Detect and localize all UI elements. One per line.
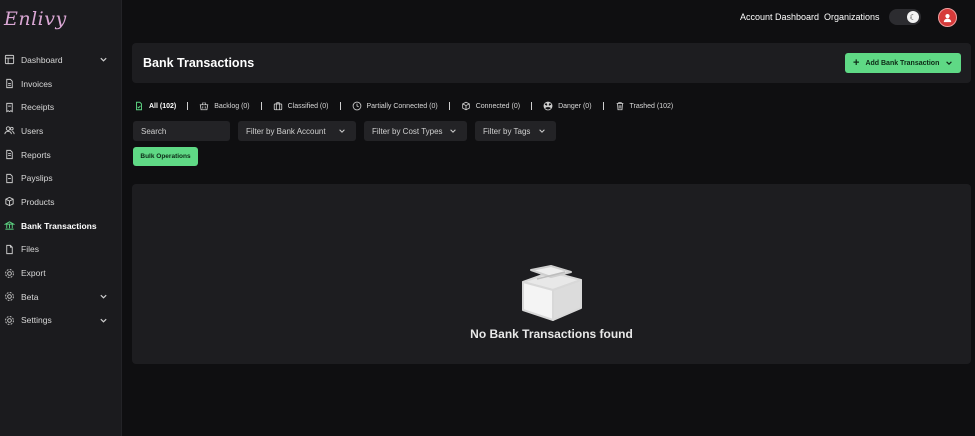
- gear-icon: [4, 315, 15, 326]
- sidebar-item-receipts[interactable]: Receipts: [0, 95, 122, 119]
- sidebar-item-label: Reports: [21, 149, 51, 160]
- tab-label: Partially Connected (0): [366, 102, 438, 110]
- sidebar-item-label: Bank Transactions: [21, 220, 97, 231]
- filter-bank-account[interactable]: Filter by Bank Account: [238, 121, 356, 141]
- sidebar-item-files[interactable]: Files: [0, 238, 122, 262]
- sidebar-item-invoices[interactable]: Invoices: [0, 72, 122, 96]
- report-icon: [4, 149, 15, 160]
- sidebar-item-label: Users: [21, 125, 44, 136]
- filter-label: Filter by Tags: [483, 126, 531, 136]
- sidebar-item-payslips[interactable]: Payslips: [0, 166, 122, 190]
- chevron-down-icon[interactable]: [99, 292, 108, 301]
- empty-box-icon: [522, 265, 582, 321]
- chevron-down-icon[interactable]: [99, 55, 108, 64]
- organizations-link[interactable]: Organizations: [824, 12, 880, 22]
- tab-separator: [448, 102, 450, 110]
- user-avatar-icon: [943, 14, 952, 23]
- search-field[interactable]: [133, 121, 230, 141]
- tab-separator: [187, 102, 189, 110]
- tab-classified[interactable]: Classified (0): [273, 101, 329, 111]
- gear-icon: [4, 291, 15, 302]
- account-dashboard-link[interactable]: Account Dashboard: [740, 12, 819, 22]
- tab-separator: [339, 102, 341, 110]
- status-tabs: All (102) Backlog (0) Classified (0) Par…: [134, 100, 673, 112]
- sidebar-item-dashboard[interactable]: Dashboard: [0, 48, 122, 72]
- hazard-icon: [543, 101, 553, 111]
- tab-separator: [260, 102, 262, 110]
- box-icon: [4, 196, 15, 207]
- sidebar-item-label: Settings: [21, 315, 52, 326]
- sidebar-item-label: Payslips: [21, 173, 53, 184]
- sidebar-item-bank-transactions[interactable]: Bank Transactions: [0, 214, 122, 238]
- sidebar-item-label: Dashboard: [21, 54, 63, 65]
- moon-icon: ☾: [907, 11, 919, 23]
- sidebar-item-label: Export: [21, 268, 46, 279]
- transactions-list: No Bank Transactions found: [132, 184, 971, 364]
- file-icon: [4, 244, 15, 255]
- briefcase-icon: [273, 101, 283, 111]
- plus-icon: +: [853, 57, 860, 69]
- filter-label: Filter by Cost Types: [372, 126, 443, 136]
- sidebar-item-label: Files: [21, 244, 39, 255]
- bulk-operations-button[interactable]: Bulk Operations: [133, 147, 198, 166]
- sidebar-item-label: Invoices: [21, 78, 53, 89]
- chevron-down-icon[interactable]: [99, 316, 108, 325]
- tab-separator: [531, 102, 533, 110]
- sidebar-nav: Dashboard Invoices Receipts Users Report…: [0, 48, 122, 332]
- chevron-down-icon: [339, 129, 345, 133]
- add-button-label: Add Bank Transaction: [865, 59, 940, 67]
- sidebar-item-label: Receipts: [21, 102, 55, 113]
- sidebar-item-label: Products: [21, 196, 55, 207]
- sidebar-item-label: Beta: [21, 291, 39, 302]
- sidebar-item-reports[interactable]: Reports: [0, 143, 122, 167]
- receipt-icon: [4, 102, 15, 113]
- filter-tags[interactable]: Filter by Tags: [475, 121, 556, 141]
- gear-icon: [4, 268, 15, 279]
- file-check-icon: [134, 101, 144, 111]
- tab-trashed[interactable]: Trashed (102): [615, 101, 674, 111]
- payslip-icon: [4, 173, 15, 184]
- basket-icon: [199, 101, 209, 111]
- page-title: Bank Transactions: [143, 56, 255, 70]
- tab-label: Connected (0): [475, 102, 521, 110]
- theme-toggle[interactable]: ☾: [889, 9, 921, 25]
- cube-icon: [461, 101, 471, 111]
- sidebar-item-users[interactable]: Users: [0, 119, 122, 143]
- tab-connected[interactable]: Connected (0): [461, 101, 520, 111]
- sidebar-item-products[interactable]: Products: [0, 190, 122, 214]
- tab-label: All (102): [149, 102, 177, 110]
- brand-logo[interactable]: Enlivy: [4, 8, 67, 30]
- add-bank-transaction-button[interactable]: + Add Bank Transaction: [845, 53, 961, 73]
- tab-all[interactable]: All (102): [134, 101, 176, 111]
- tab-danger[interactable]: Danger (0): [543, 101, 592, 111]
- clock-icon: [352, 101, 362, 111]
- avatar[interactable]: [938, 8, 957, 27]
- sidebar: Enlivy Dashboard Invoices Receipts Users…: [0, 0, 122, 436]
- search-input[interactable]: [141, 126, 221, 136]
- sidebar-item-beta[interactable]: Beta: [0, 285, 122, 309]
- document-icon: [4, 78, 15, 89]
- users-icon: [4, 125, 15, 136]
- empty-state-message: No Bank Transactions found: [470, 327, 633, 341]
- tab-label: Danger (0): [558, 102, 592, 110]
- tab-label: Backlog (0): [214, 102, 250, 110]
- chevron-down-icon[interactable]: [945, 59, 953, 67]
- sidebar-item-export[interactable]: Export: [0, 261, 122, 285]
- filter-cost-types[interactable]: Filter by Cost Types: [364, 121, 467, 141]
- chevron-down-icon: [539, 129, 545, 133]
- trash-icon: [615, 101, 625, 111]
- filter-label: Filter by Bank Account: [246, 126, 326, 136]
- tab-partially-connected[interactable]: Partially Connected (0): [352, 101, 438, 111]
- tab-backlog[interactable]: Backlog (0): [199, 101, 250, 111]
- tab-label: Classified (0): [287, 102, 329, 110]
- page-header: Bank Transactions + Add Bank Transaction: [132, 43, 971, 83]
- bank-icon: [4, 220, 15, 231]
- tab-label: Trashed (102): [629, 102, 674, 110]
- tab-separator: [602, 102, 604, 110]
- chevron-down-icon: [450, 129, 456, 133]
- grid-icon: [4, 54, 15, 65]
- sidebar-item-settings[interactable]: Settings: [0, 309, 122, 333]
